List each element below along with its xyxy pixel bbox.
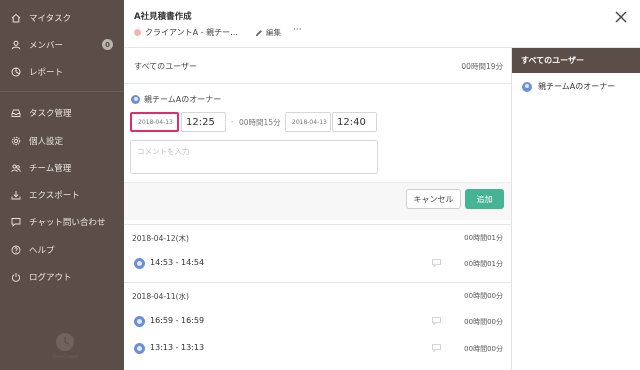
sidebar-divider [0,91,124,92]
all-users-label: すべてのユーザー [134,62,197,71]
comment-icon[interactable] [432,259,441,267]
task-header: A社見積書作成 クライアントA - 親チー… 編集 ··· [124,0,640,48]
sidebar-item-label: 個人設定 [29,137,64,147]
more-options-button[interactable]: ··· [293,25,302,35]
comment-icon[interactable] [432,344,441,352]
comment-input[interactable] [130,140,378,174]
cancel-button[interactable]: キャンセル [406,189,461,209]
entry-owner: 親チームAのオーナー [131,94,221,105]
sidebar-item-label: チャット問い合わせ [29,218,106,228]
avatar [134,258,145,269]
entry-duration: 00時間00分 [464,345,503,353]
client-color-dot [134,29,141,36]
avatar [134,343,145,354]
user-icon [11,40,21,50]
users-panel-title: すべてのユーザー [512,48,640,73]
add-button[interactable]: 追加 [465,189,504,209]
chat-icon [11,217,21,227]
day-group: 2018-04-12(木) 00時間01分 14:53 - 14:54 00時間… [124,224,511,282]
start-date-field[interactable]: 2018-04-13 [130,112,179,132]
separator-dash: - [231,118,234,126]
time-entry-row[interactable]: 16:59 - 16:59 00時間00分 [124,308,511,334]
sidebar-item-my-tasks[interactable]: マイタスク [0,7,124,29]
avatar [134,316,145,327]
avatar [131,95,140,104]
sidebar-item-report[interactable]: レポート [0,61,124,83]
sidebar: マイタスク メンバー 0 レポート タスク管理 個人設定 チーム管理 エクスポー… [0,0,124,370]
all-users-summary: すべてのユーザー 00時間19分 [124,48,511,84]
end-date-field[interactable]: 2018-04-13 [285,112,331,132]
client-label[interactable]: クライアントA - 親チー… [145,27,238,38]
sidebar-item-label: ヘルプ [29,246,55,256]
members-count-badge: 0 [102,39,113,50]
edit-button[interactable]: 編集 [255,27,281,38]
sidebar-item-export[interactable]: エクスポート [0,184,124,206]
entry-time-range: 14:53 - 14:54 [150,258,205,267]
sidebar-item-label: メンバー [29,41,64,51]
users-panel: すべてのユーザー 親チームAのオーナー [511,48,640,370]
sidebar-item-label: マイタスク [29,14,72,24]
sidebar-item-label: チーム管理 [29,164,72,174]
inbox-icon [11,108,21,118]
sidebar-item-label: ログアウト [29,273,72,283]
time-entry-row[interactable]: 13:13 - 13:13 00時間00分 [124,335,511,361]
sidebar-item-members[interactable]: メンバー 0 [0,34,124,56]
avatar [522,81,532,92]
sidebar-item-label: エクスポート [29,191,80,201]
report-icon [11,67,21,77]
day-date: 2018-04-12(木) [132,234,189,243]
sidebar-item-logout[interactable]: ログアウト [0,266,124,288]
day-total: 00時間01分 [464,234,503,242]
close-button[interactable] [614,9,628,23]
sidebar-item-chat-support[interactable]: チャット問い合わせ [0,211,124,233]
add-entry-form: 親チームAのオーナー 2018-04-13 12:25 - 00時間15分 - … [124,84,511,228]
all-users-total: 00時間19分 [461,62,503,71]
comment-icon[interactable] [432,317,441,325]
start-time-field[interactable]: 12:25 [181,112,226,132]
separator-dash: - [278,118,281,126]
time-entry-row[interactable]: 14:53 - 14:54 00時間01分 [124,250,511,276]
pencil-icon [256,29,262,36]
entry-time-range: 16:59 - 16:59 [150,316,205,325]
help-icon [11,245,21,255]
day-group: 2018-04-11(水) 00時間00分 16:59 - 16:59 00時間… [124,282,511,370]
gear-icon [11,136,21,146]
sidebar-item-task-management[interactable]: タスク管理 [0,102,124,124]
power-icon [11,272,21,282]
sidebar-item-label: タスク管理 [29,109,72,119]
duration-label: 00時間15分 [239,118,281,127]
svg-text:TimeCrowd: TimeCrowd [51,354,77,360]
entry-time-range: 13:13 - 13:13 [150,343,205,352]
end-time-field[interactable]: 12:40 [332,112,377,132]
sidebar-item-personal-settings[interactable]: 個人設定 [0,130,124,152]
owner-name: 親チームAのオーナー [144,95,222,104]
sidebar-item-label: レポート [29,68,64,78]
close-icon [615,11,627,23]
sidebar-item-team-management[interactable]: チーム管理 [0,157,124,179]
download-icon [11,190,21,200]
day-date: 2018-04-11(水) [132,292,189,301]
edit-label: 編集 [266,28,281,37]
timecrowd-logo: TimeCrowd [50,330,80,360]
entry-duration: 00時間01分 [464,260,503,268]
user-name: 親チームAのオーナー [538,82,616,91]
page-title: A社見積書作成 [134,12,192,22]
time-entries-panel: すべてのユーザー 00時間19分 親チームAのオーナー 2018-04-13 1… [124,48,511,370]
sidebar-item-help[interactable]: ヘルプ [0,239,124,261]
user-filter-item[interactable]: 親チームAのオーナー [522,81,615,92]
form-actions: キャンセル 追加 [124,182,511,220]
team-icon [11,163,21,173]
home-icon [11,13,21,23]
entry-duration: 00時間00分 [464,318,503,326]
day-total: 00時間00分 [464,292,503,300]
